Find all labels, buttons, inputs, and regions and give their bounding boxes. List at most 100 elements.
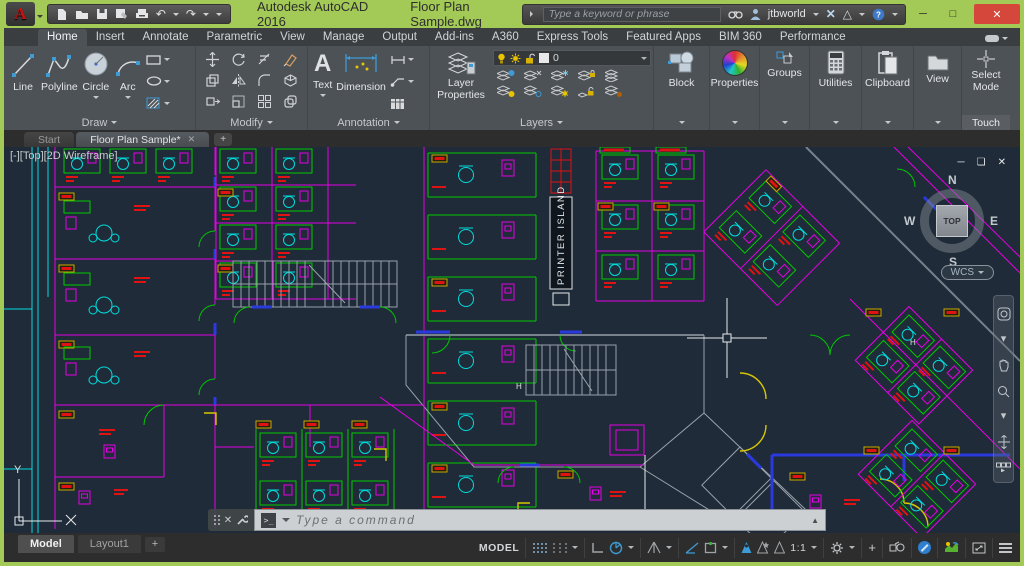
tab-home[interactable]: Home	[38, 29, 87, 46]
command-line-customize-wrench-icon[interactable]	[236, 514, 248, 526]
dimension-tool-button[interactable]: Dimension	[334, 49, 388, 115]
table-button[interactable]	[390, 98, 414, 110]
search-expand-icon[interactable]	[530, 11, 536, 17]
new-drawing-tab-button[interactable]: +	[214, 133, 232, 146]
clean-screen-colored-icon[interactable]	[944, 541, 959, 554]
drawing-area[interactable]: .c{stroke:#00dcdc;fill:none;stroke-width…	[4, 147, 1020, 533]
command-line[interactable]: ✕ >_ Type a command ▲	[208, 509, 826, 531]
modify-panel-title[interactable]: Modify	[196, 115, 307, 130]
layer-on-button[interactable]	[497, 85, 516, 98]
command-line-handle[interactable]: ✕	[208, 509, 254, 531]
touch-panel-title[interactable]: Touch	[962, 115, 1010, 130]
layer-freeze-button[interactable]	[551, 69, 570, 82]
zoom-dropdown-icon[interactable]: ▾	[1001, 411, 1007, 422]
plot-icon[interactable]	[135, 8, 149, 20]
move-tool-icon[interactable]	[205, 52, 220, 67]
signed-in-user[interactable]: jtbworld	[768, 8, 806, 20]
tab-add-ins[interactable]: Add-ins	[426, 29, 483, 46]
layer-walk-button[interactable]	[605, 85, 624, 98]
file-tab-close-icon[interactable]: ✕	[188, 134, 196, 145]
object-snap-toggle[interactable]	[704, 542, 717, 554]
command-history-expand-icon[interactable]: ▲	[811, 516, 819, 525]
qat-customize-icon[interactable]	[216, 13, 222, 19]
arc-dropdown-icon[interactable]	[125, 96, 131, 102]
tab-express-tools[interactable]: Express Tools	[528, 29, 617, 46]
hatch-tool-button[interactable]	[146, 97, 170, 110]
customization-menu-icon[interactable]	[999, 543, 1012, 553]
help-dropdown-icon[interactable]	[892, 13, 898, 19]
view-panel-title[interactable]	[914, 115, 961, 130]
undo-icon[interactable]: ↶	[156, 8, 166, 20]
wcs-dropdown-icon[interactable]	[978, 271, 984, 277]
fullscreen-icon[interactable]	[972, 542, 986, 554]
viewcube-east[interactable]: E	[990, 214, 998, 228]
tab-view[interactable]: View	[271, 29, 314, 46]
offset-tool-icon[interactable]	[283, 94, 298, 109]
groups-button[interactable]: Groups	[765, 49, 803, 115]
line-tool-button[interactable]: Line	[7, 49, 39, 115]
help-icon[interactable]: ?	[872, 8, 885, 21]
ortho-mode-toggle[interactable]	[591, 542, 604, 554]
app-menu-arrow-icon[interactable]	[37, 15, 43, 21]
mirror-tool-icon[interactable]	[231, 73, 246, 88]
annotation-panel-title[interactable]: Annotation	[308, 115, 429, 130]
arc-tool-button[interactable]: Arc	[112, 49, 144, 115]
viewcube-north[interactable]: N	[948, 173, 957, 187]
tab-output[interactable]: Output	[373, 29, 426, 46]
workspace-dropdown-icon[interactable]	[849, 546, 855, 552]
groups-panel-title[interactable]	[760, 115, 809, 130]
search-binoculars-icon[interactable]	[728, 8, 743, 20]
viewcube[interactable]: N W E S TOP	[902, 173, 1002, 269]
command-prompt-icon[interactable]: >_	[261, 513, 276, 528]
polar-tracking-toggle[interactable]	[609, 541, 623, 555]
layer-select-dropdown[interactable]: 0	[493, 50, 651, 66]
snap-mode-toggle[interactable]	[552, 542, 567, 554]
ribbon-display-toggle[interactable]	[985, 34, 1008, 46]
command-line-close-icon[interactable]: ✕	[224, 515, 232, 526]
grid-display-toggle[interactable]	[532, 542, 547, 554]
osnap-dropdown-icon[interactable]	[722, 546, 728, 552]
file-tab-start[interactable]: Start	[24, 132, 74, 147]
layer-properties-button[interactable]: Layer Properties	[433, 49, 489, 115]
text-tool-button[interactable]: A Text	[311, 49, 334, 115]
layer-off-button[interactable]	[497, 69, 516, 82]
save-icon[interactable]	[96, 8, 108, 20]
utilities-panel-title[interactable]	[810, 115, 861, 130]
minimize-button[interactable]: ─	[910, 5, 936, 23]
linear-dimension-button[interactable]	[390, 55, 414, 65]
annotation-autoscale-toggle[interactable]	[757, 541, 769, 554]
layer-match-button[interactable]	[605, 69, 624, 82]
properties-panel-title[interactable]	[710, 115, 759, 130]
tab-parametric[interactable]: Parametric	[198, 29, 272, 46]
navbar-dropdown-icon[interactable]: ▾	[1001, 334, 1007, 345]
erase-tool-icon[interactable]	[283, 52, 298, 67]
graphics-performance-icon[interactable]	[918, 541, 931, 554]
tab-manage[interactable]: Manage	[314, 29, 374, 46]
wcs-menu[interactable]: WCS	[941, 265, 994, 280]
tab-a360[interactable]: A360	[483, 29, 528, 46]
layer-isolate-button[interactable]	[524, 69, 543, 82]
zoom-icon[interactable]	[997, 385, 1010, 398]
a360-dropdown-icon[interactable]	[859, 13, 865, 19]
new-file-icon[interactable]	[56, 8, 68, 21]
view-button[interactable]: View	[924, 49, 952, 115]
viewcube-west[interactable]: W	[904, 214, 915, 228]
command-input[interactable]: >_ Type a command ▲	[254, 509, 826, 531]
tab-annotate[interactable]: Annotate	[133, 29, 197, 46]
rotate-tool-icon[interactable]	[231, 52, 246, 67]
copy-tool-icon[interactable]	[205, 73, 220, 88]
viewport-close-icon[interactable]: ✕	[998, 157, 1006, 168]
search-input[interactable]	[543, 7, 721, 22]
model-space-toggle[interactable]: MODEL	[479, 542, 519, 554]
tab-bim-360[interactable]: BIM 360	[710, 29, 771, 46]
rectangle-tool-button[interactable]	[146, 54, 170, 66]
polar-dropdown-icon[interactable]	[628, 546, 634, 552]
isolate-objects-icon[interactable]	[889, 541, 905, 554]
draw-panel-title[interactable]: Draw	[4, 115, 195, 130]
floor-plan-drawing[interactable]: .c{stroke:#00dcdc;fill:none;stroke-width…	[4, 147, 1020, 533]
app-menu-button[interactable]: A	[6, 2, 35, 26]
clipboard-panel-title[interactable]	[862, 115, 913, 130]
redo-icon[interactable]: ↷	[186, 8, 196, 20]
array-tool-icon[interactable]	[257, 94, 272, 109]
layers-panel-title[interactable]: Layers	[430, 115, 653, 130]
